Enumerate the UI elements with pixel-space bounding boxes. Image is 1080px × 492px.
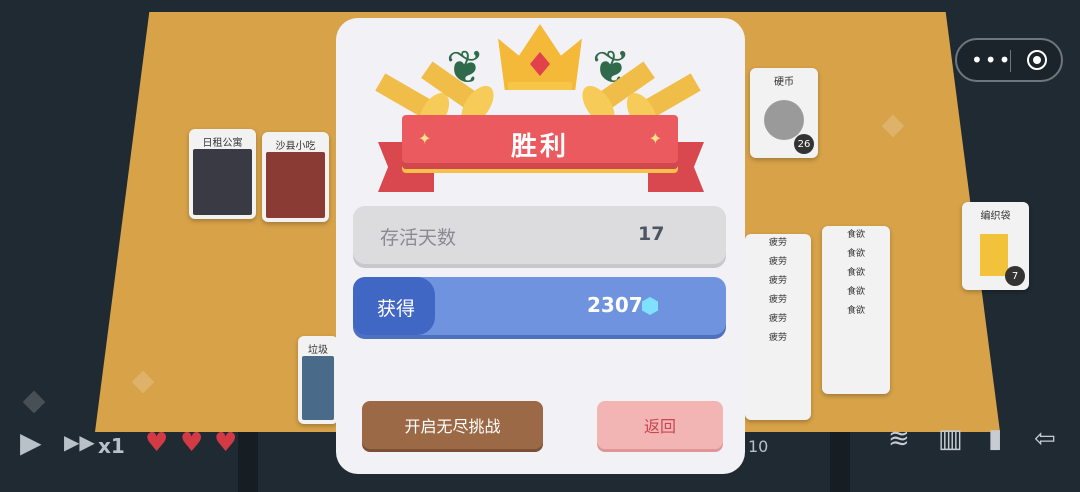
exit-icon[interactable]: ⇦ [1034, 424, 1056, 454]
coin-icon [764, 100, 804, 140]
layers-icon[interactable]: ≋ [888, 424, 910, 454]
more-icon[interactable]: ••• [971, 48, 1012, 72]
card-title: 垃圾 [308, 345, 328, 356]
heart-icon: ♥ [145, 428, 169, 458]
bag-icon [980, 234, 1008, 276]
reward-value: 2307 [587, 293, 643, 317]
card-image [193, 149, 252, 215]
card-title: 硬币 [774, 77, 794, 88]
reward-label: 获得 [377, 298, 416, 320]
survival-days-row: 存活天数 17 [353, 206, 726, 264]
heart-icon: ♥ [180, 428, 204, 458]
appetite-line: 食欲 [846, 306, 865, 316]
fatigue-line: 疲劳 [768, 295, 787, 305]
reward-row: 获得 2307 [353, 277, 726, 335]
card-apartment[interactable]: 日租公寓 [189, 129, 256, 219]
fatigue-line: 疲劳 [768, 314, 787, 324]
gem-icon [642, 297, 658, 315]
card-count-badge: 7 [1005, 266, 1025, 286]
play-icon[interactable]: ▶ [20, 426, 42, 459]
fatigue-line: 疲劳 [768, 257, 787, 267]
card-title: 沙县小吃 [275, 141, 316, 152]
card-appetite[interactable]: 食欲 食欲 食欲 食欲 食欲 [822, 226, 890, 394]
back-button[interactable]: 返回 [597, 401, 723, 449]
slot-diamond [22, 390, 46, 414]
card-snack-shop[interactable]: 沙县小吃 [262, 132, 329, 222]
victory-dialog: ❦ ❦ ✦ 胜利 ✦ 存活天数 17 获得 2307 开启无尽挑战 返回 [336, 18, 745, 474]
fatigue-line: 疲劳 [768, 238, 787, 248]
appetite-line: 食欲 [846, 287, 865, 297]
fatigue-line: 疲劳 [768, 276, 787, 286]
title-ribbon: ✦ 胜利 ✦ [402, 115, 678, 169]
crown-band [508, 82, 572, 90]
close-target-icon[interactable] [1027, 50, 1047, 70]
fast-forward-icon[interactable]: ▶▶ [64, 430, 95, 454]
card-image [266, 152, 325, 218]
heart-icon: ♥ [214, 428, 238, 458]
capsule-divider [1010, 50, 1011, 72]
appetite-line: 食欲 [846, 268, 865, 278]
survival-days-value: 17 [638, 223, 665, 245]
table-leg [238, 432, 258, 492]
card-woven-bag[interactable]: 编织袋 7 [962, 202, 1029, 290]
endless-challenge-button[interactable]: 开启无尽挑战 [362, 401, 543, 449]
sparkle-icon: ✦ [648, 129, 662, 148]
card-garbage[interactable]: 垃圾 [298, 336, 338, 424]
card-coin[interactable]: 硬币 26 [750, 68, 818, 158]
card-image [302, 356, 334, 420]
appetite-line: 食欲 [846, 230, 865, 240]
mini-program-capsule: ••• [955, 38, 1063, 82]
fatigue-line: 疲劳 [768, 333, 787, 343]
survival-days-label: 存活天数 [380, 227, 457, 249]
weight-value: 10 [748, 437, 769, 456]
table-leg [830, 432, 850, 492]
map-icon[interactable]: ▥ [938, 424, 963, 454]
victory-title: 胜利 [510, 132, 569, 162]
card-title: 日租公寓 [202, 138, 243, 149]
speed-label: x1 [98, 434, 125, 458]
appetite-line: 食欲 [846, 249, 865, 259]
card-count-badge: 26 [794, 134, 814, 154]
card-title: 编织袋 [980, 211, 1011, 222]
book-icon[interactable]: ▮ [988, 424, 1002, 454]
card-fatigue[interactable]: 疲劳 疲劳 疲劳 疲劳 疲劳 疲劳 [745, 234, 811, 420]
